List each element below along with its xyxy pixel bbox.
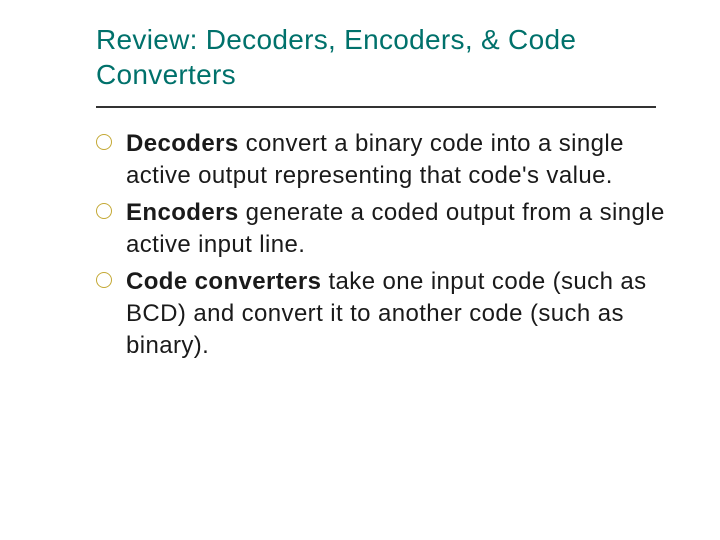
bullet-bold: Decoders xyxy=(126,130,239,157)
list-item: Encoders generate a coded output from a … xyxy=(96,197,672,262)
bullet-bold: Encoders xyxy=(126,199,239,226)
title-divider xyxy=(96,106,656,108)
circle-bullet-icon xyxy=(96,134,112,150)
list-item: Decoders convert a binary code into a si… xyxy=(96,128,672,193)
slide-container: Review: Decoders, Encoders, & Code Conve… xyxy=(0,0,720,363)
bullet-bold: Code converters xyxy=(126,268,321,295)
bullet-list: Decoders convert a binary code into a si… xyxy=(96,128,672,363)
list-item: Code converters take one input code (suc… xyxy=(96,266,672,363)
page-title: Review: Decoders, Encoders, & Code Conve… xyxy=(96,22,672,92)
circle-bullet-icon xyxy=(96,203,112,219)
circle-bullet-icon xyxy=(96,272,112,288)
